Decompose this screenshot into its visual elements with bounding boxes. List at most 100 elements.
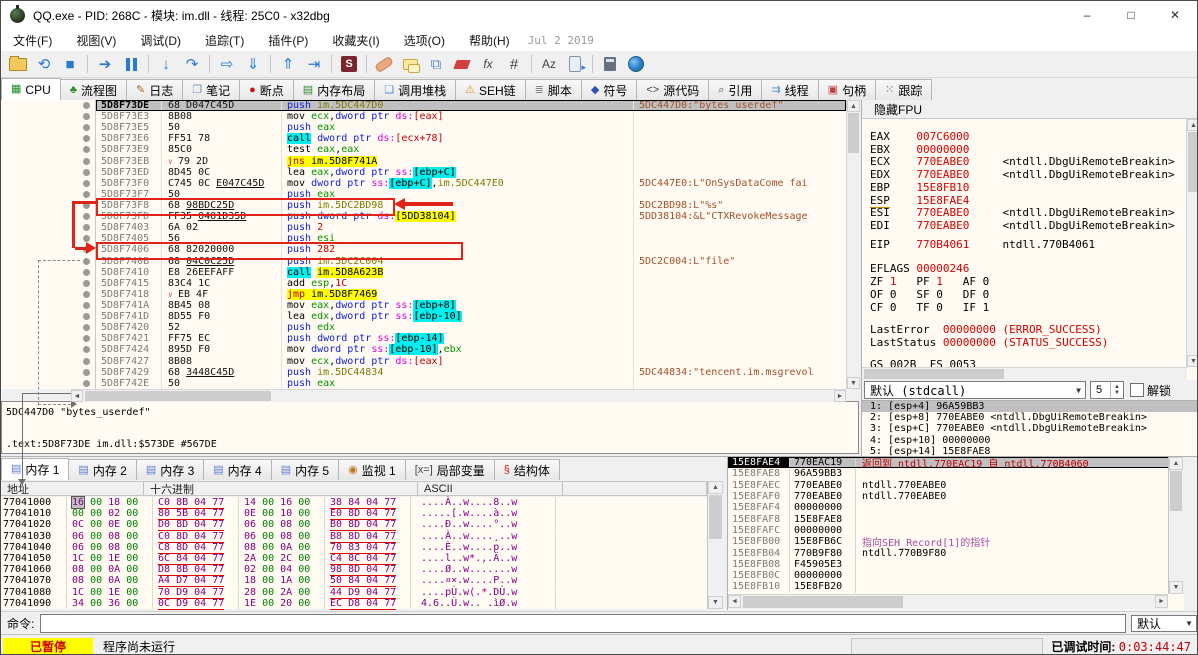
step-over-icon[interactable]: ↷: [180, 53, 204, 75]
menu-item[interactable]: 追踪(T): [193, 29, 256, 52]
breakpoint-dot[interactable]: [83, 279, 90, 287]
labels-icon[interactable]: ⧉: [424, 53, 448, 75]
register-line[interactable]: ZF 1 PF 1 AF 0: [870, 275, 989, 288]
disasm-row[interactable]: 5D8F73F0 C745 0C E047C45D mov dword ptr ss…: [1, 177, 846, 189]
disasm-row[interactable]: 5D8F73DE 68 D047C45D push im.5DC447D0 5DC44…: [1, 100, 846, 112]
breakpoint-dot[interactable]: [83, 102, 90, 110]
run-icon[interactable]: ➔: [93, 53, 117, 75]
disasm-row[interactable]: 5D8F7427 8B08 mov ecx, dword ptr ds: [eax]: [1, 355, 846, 367]
register-line[interactable]: EIP 770B4061 ntdll.770B4061: [870, 238, 1095, 251]
functions-icon[interactable]: fx: [476, 53, 500, 75]
dump-row[interactable]: 77041090 34 00 36 00 0C D9 04 77 1E 00 20 0…: [1, 597, 707, 610]
disasm-row[interactable]: 5D8F7410 E8 26EEFAFF call im.5D8A623B: [1, 266, 846, 278]
window-titlebar[interactable]: QQ.exe - PID: 268C - 模块: im.dll - 线程: 25…: [1, 1, 1197, 30]
stack-row[interactable]: 15E8FB0C 00000000: [728, 569, 1184, 582]
disasm-row-body[interactable]: 5D8F7424 895D F0 mov dword ptr ss: [ebp-10]…: [96, 344, 846, 356]
menu-item[interactable]: 选项(O): [392, 29, 457, 52]
disasm-row[interactable]: 5D8F7421 FF75 EC push dword ptr ss: [ebp-14…: [1, 333, 846, 345]
registers-vertical-scrollbar[interactable]: ▲ ▼: [1186, 119, 1197, 367]
disasm-row-body[interactable]: 5D8F7403 6A 02 push 2: [96, 222, 846, 234]
stack-row[interactable]: 15E8FAF8 15E8FAE8: [728, 513, 1184, 525]
disasm-row-body[interactable]: 5D8F73DE 68 D047C45D push im.5DC447D0 5DC44…: [96, 100, 846, 112]
register-line[interactable]: CF 0 TF 0 IF 1: [870, 301, 989, 314]
dump-vertical-scrollbar[interactable]: ▲ ▼: [707, 481, 723, 609]
breakpoint-dot[interactable]: [83, 379, 90, 387]
stack-row[interactable]: 15E8FAEC 770EABE0 ntdll.770EABE0: [728, 479, 1184, 491]
strings-icon[interactable]: Az: [537, 53, 561, 75]
minimize-button[interactable]: –: [1065, 1, 1109, 29]
disasm-row-body[interactable]: 5D8F73E5 50 push eax: [96, 122, 846, 134]
disasm-row[interactable]: 5D8F73E9 85C0 test eax, eax: [1, 144, 846, 156]
unlock-checkbox[interactable]: [1130, 383, 1144, 397]
tab-breakpoints[interactable]: ● 断点: [239, 79, 294, 100]
tab-log[interactable]: ✎ 日志: [125, 79, 184, 100]
disasm-row-body[interactable]: 5D8F742E 50 push eax: [96, 377, 846, 389]
menu-item[interactable]: 插件(P): [256, 29, 320, 52]
tab-sehchain[interactable]: ⚠ SEH链: [455, 79, 526, 100]
tab-trace[interactable]: ⁙ 跟踪: [875, 79, 933, 100]
breakpoint-dot[interactable]: [83, 190, 90, 198]
tab-source[interactable]: <> 源代码: [636, 79, 710, 100]
stack-row[interactable]: 15E8FAE4 770EAC19 返回到 ntdll.770EAC19 自 ntd…: [728, 457, 1184, 470]
tab-symbols[interactable]: ◆ 符号: [580, 79, 638, 100]
calculator-icon[interactable]: [598, 53, 622, 75]
preferences-s-icon[interactable]: S: [337, 53, 361, 75]
disasm-row-body[interactable]: 5D8F741D 8D55 F0 lea edx, dword ptr ss: [ebp…: [96, 311, 846, 323]
execute-till-return-icon[interactable]: ⇑: [276, 53, 300, 75]
dump-row[interactable]: 77041030 06 00 08 00 C0 8D 04 77 06 00 08 0…: [1, 530, 707, 543]
register-line[interactable]: ESI 770EABE0 <ntdll.DbgUiRemoteBreakin>: [870, 206, 1175, 219]
argument-row[interactable]: 2: [esp+8] 770EABE0 <ntdll.DbgUiRemoteBr…: [862, 412, 1197, 423]
register-line[interactable]: EDX 770EABE0 <ntdll.DbgUiRemoteBreakin>: [870, 168, 1175, 181]
disasm-row-body[interactable]: 5D8F7410 E8 26EEFAFF call im.5D8A623B: [96, 266, 846, 278]
dump-row[interactable]: 77041050 1C 00 1E 00 6C 84 04 77 2A 00 2C 0…: [1, 553, 707, 566]
register-line[interactable]: LastError 00000000 (ERROR_SUCCESS): [870, 323, 1102, 336]
tab-watch1[interactable]: ◉ 监视 1: [338, 459, 406, 480]
breakpoint-dot[interactable]: [83, 335, 90, 343]
stack-row[interactable]: 15E8FB04 770B9F80 ntdll.770B9F80: [728, 547, 1184, 559]
hide-fpu-button[interactable]: 隐藏FPU: [862, 100, 1197, 119]
disasm-row[interactable]: 5D8F7429 68 3448C45D push im.5DC44834 5DC44…: [1, 366, 846, 378]
tab-handles[interactable]: ▣ 句柄: [817, 79, 877, 100]
disasm-row-body[interactable]: 5D8F7427 8B08 mov ecx, dword ptr ds: [eax]: [96, 355, 846, 367]
stack-row[interactable]: 15E8FB08 F45905E3: [728, 558, 1184, 570]
comments-icon[interactable]: [398, 53, 422, 75]
breakpoint-dot[interactable]: [83, 113, 90, 121]
register-line[interactable]: LastStatus 00000000 (STATUS_SUCCESS): [870, 336, 1108, 349]
argument-row[interactable]: 4: [esp+10] 00000000: [862, 435, 1197, 446]
register-line[interactable]: ESP 15E8FAE4: [870, 193, 969, 208]
menu-item[interactable]: 帮助(H): [457, 29, 522, 52]
bookmarks-icon[interactable]: [450, 53, 474, 75]
tab-locals[interactable]: [x=] 局部变量: [404, 459, 495, 480]
stepper-arrows-icon[interactable]: ▲ ▼: [1110, 382, 1123, 398]
memory-dump-pane[interactable]: 77041000 16 00 18 00 C0 8B 04 77 14 00 16 0…: [1, 496, 707, 610]
disasm-row[interactable]: 5D8F7415 83C4 1C add esp, 1C: [1, 277, 846, 289]
run-to-cursor-icon[interactable]: ⇨: [215, 53, 239, 75]
breakpoint-dot[interactable]: [83, 346, 90, 354]
argument-row[interactable]: 1: [esp+4] 96A59BB3: [862, 401, 1197, 413]
tab-references[interactable]: ⌕ 引用: [708, 79, 763, 100]
dump-row[interactable]: 77041040 06 00 08 00 C8 8D 04 77 08 00 0A 0…: [1, 541, 707, 554]
disasm-row[interactable]: 5D8F7420 52 push edx: [1, 322, 846, 334]
disasm-horizontal-scrollbar[interactable]: ◄ ►: [71, 389, 846, 402]
breakpoint-dot[interactable]: [83, 324, 90, 332]
open-file-icon[interactable]: [6, 53, 30, 75]
breakpoint-dot[interactable]: [83, 290, 90, 298]
disasm-row-body[interactable]: 5D8F73ED 8D45 0C lea eax, dword ptr ss: [ebp…: [96, 166, 846, 178]
calling-convention-select[interactable]: 默认 (stdcall) ▼: [864, 381, 1086, 399]
dump-header-ascii[interactable]: ASCII: [418, 482, 563, 495]
registers-horizontal-scrollbar[interactable]: [862, 367, 1187, 380]
disasm-row-body[interactable]: 5D8F7415 83C4 1C add esp, 1C: [96, 277, 846, 289]
dump-row[interactable]: 77041070 08 00 0A 00 A4 D7 04 77 18 00 1A 0…: [1, 575, 707, 588]
step-into-icon[interactable]: ↓: [154, 53, 178, 75]
close-button[interactable]: ✕: [1153, 1, 1197, 29]
patches-icon[interactable]: [372, 53, 396, 75]
disasm-row-body[interactable]: 5D8F73EB ∨ 79 2D jns im.5D8F741A: [96, 155, 846, 167]
breakpoint-dot[interactable]: [83, 135, 90, 143]
dump-row[interactable]: 77041060 08 00 0A 00 D8 8B 04 77 02 00 04 0…: [1, 564, 707, 577]
stack-row[interactable]: 15E8FB00 15E8FB6C 指向SEH_Record[1]的指针: [728, 536, 1184, 549]
tab-dump4[interactable]: ▤ 内存 4: [203, 459, 272, 480]
globe-icon[interactable]: [624, 53, 648, 75]
breakpoint-dot[interactable]: [83, 179, 90, 187]
register-line[interactable]: EAX 007C6000: [870, 130, 969, 143]
hash-icon[interactable]: #: [502, 53, 526, 75]
